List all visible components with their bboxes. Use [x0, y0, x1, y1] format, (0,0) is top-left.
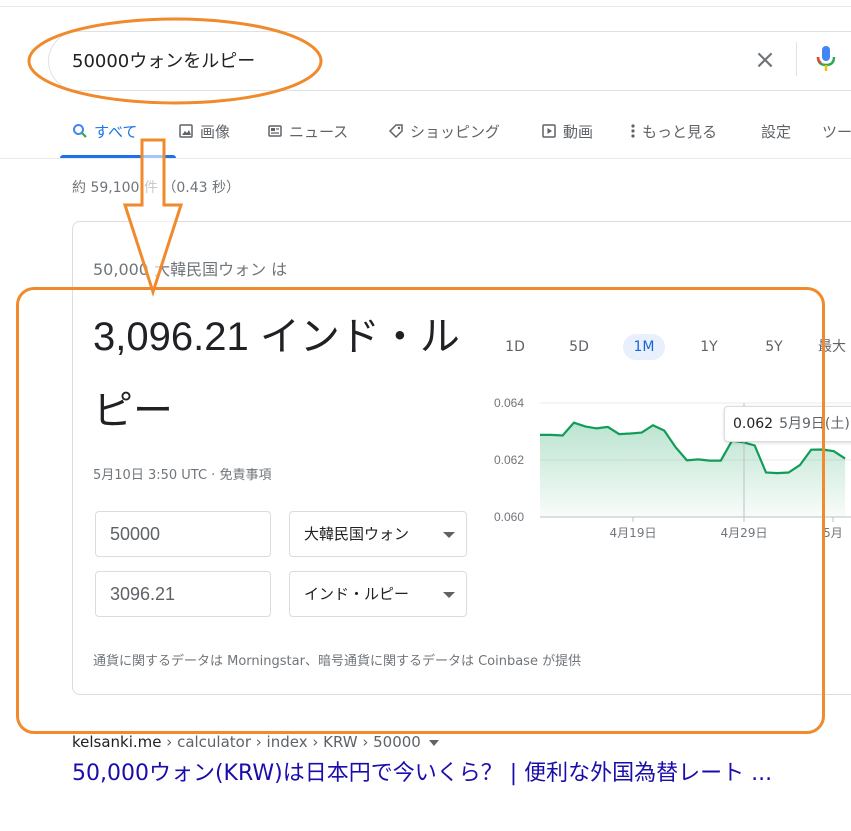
tabs-divider [0, 158, 851, 159]
play-icon [542, 124, 556, 138]
more-vert-icon [631, 124, 635, 138]
tab-shopping[interactable]: ショッピング [388, 120, 500, 142]
chevron-down-icon[interactable] [428, 739, 439, 746]
tab-videos[interactable]: 動画 [541, 120, 593, 142]
annotation-highlight-box [16, 287, 825, 734]
search-icon [73, 124, 87, 138]
result-title-link[interactable]: 50,000ウォン(KRW)は日本円で今いくら？ | 便利な外国為替レート ..… [72, 758, 842, 790]
search-box-divider [796, 42, 797, 76]
tab-tools[interactable]: ツー [822, 120, 851, 142]
tab-more[interactable]: もっと見る [630, 120, 717, 142]
tab-images-label: 画像 [200, 122, 231, 141]
microphone-icon[interactable] [815, 44, 837, 78]
tab-more-label: もっと見る [642, 122, 718, 141]
search-input[interactable]: 50000ウォンをルピー [72, 47, 255, 73]
result-domain: kelsanki.me [72, 733, 162, 751]
tab-settings-label: 設定 [761, 122, 792, 141]
tab-all-label: すべて [94, 122, 138, 141]
tab-news[interactable]: ニュース [267, 120, 348, 142]
result-path: › calculator › index › KRW › 50000 [161, 733, 421, 751]
x-tick-label: 5月 [823, 526, 843, 540]
image-icon [179, 124, 193, 138]
tag-icon [388, 124, 403, 139]
clear-search-icon[interactable]: × [752, 45, 778, 75]
tab-tools-label: ツー [822, 122, 851, 141]
conversion-source-line: 50,000 大韓民国ウォン は [93, 260, 288, 279]
tab-news-label: ニュース [289, 122, 349, 141]
tab-images[interactable]: 画像 [178, 120, 230, 142]
result-cite[interactable]: kelsanki.me › calculator › index › KRW ›… [72, 733, 439, 751]
tab-all[interactable]: すべて [72, 120, 137, 142]
top-divider [0, 6, 851, 7]
tab-shopping-label: ショッピング [410, 122, 501, 141]
tab-settings[interactable]: 設定 [761, 120, 791, 142]
news-icon [268, 125, 282, 137]
result-stats: 約 59,100 件 （0.43 秒） [72, 180, 240, 196]
tab-videos-label: 動画 [563, 122, 594, 141]
